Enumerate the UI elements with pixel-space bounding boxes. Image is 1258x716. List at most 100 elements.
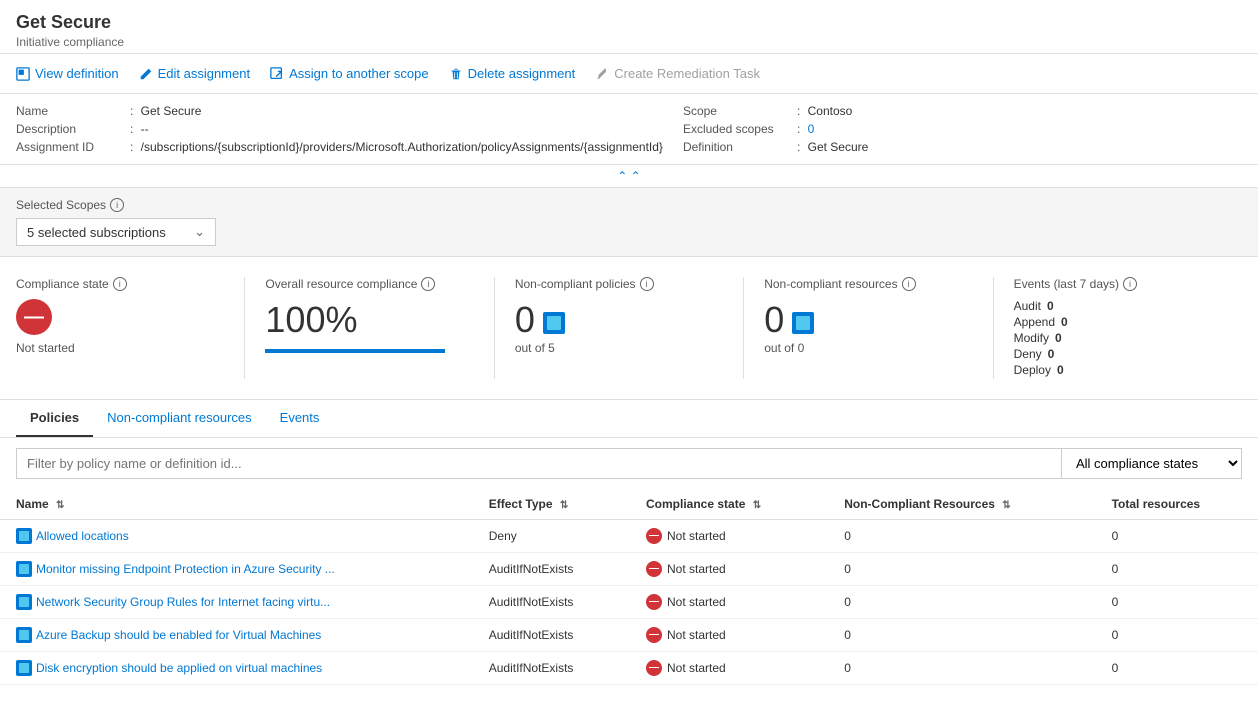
row-compliance-state: Not started [630,652,828,685]
compliance-state-block: Compliance state i Not started [16,277,244,379]
row-name-cell[interactable]: Allowed locations [0,520,473,553]
col-effect-type: Effect Type ⇅ [473,489,630,520]
non-compliant-policies-title: Non-compliant policies i [515,277,723,291]
name-label: Name [16,104,126,118]
scope-dropdown-value: 5 selected subscriptions [27,225,166,240]
table-row: Azure Backup should be enabled for Virtu… [0,619,1258,652]
row-compliance-state: Not started [630,586,828,619]
table-row: Network Security Group Rules for Interne… [0,586,1258,619]
progress-bar-fill [265,349,445,353]
events-modify-row: Modify 0 [1014,331,1222,345]
edit-assignment-button[interactable]: Edit assignment [139,62,251,85]
events-deny-row: Deny 0 [1014,347,1222,361]
scope-section: Selected Scopes i 5 selected subscriptio… [0,188,1258,257]
tab-events[interactable]: Events [266,400,334,437]
scope-label: Scope [683,104,793,118]
policy-filter-input[interactable] [16,448,1062,479]
overall-compliance-info-icon[interactable]: i [421,277,435,291]
row-effect-type: AuditIfNotExists [473,619,630,652]
collapse-button[interactable]: ⌃ ⌃ [617,169,640,183]
compliance-state-icon [16,299,52,335]
row-icon [16,561,32,577]
col-non-compliant-sort-icon[interactable]: ⇅ [1002,500,1010,511]
col-name-sort-icon[interactable]: ⇅ [56,500,64,511]
description-value: -- [141,122,149,136]
collapse-row: ⌃ ⌃ [0,165,1258,188]
scope-info-icon[interactable]: i [110,198,124,212]
non-compliant-resources-block: Non-compliant resources i 0 out of 0 [743,277,992,379]
events-audit-row: Audit 0 [1014,299,1222,313]
row-effect-type: AuditIfNotExists [473,553,630,586]
view-definition-icon [16,67,30,81]
toolbar: View definition Edit assignment Assign t… [0,54,1258,94]
assignment-id-label: Assignment ID [16,140,126,154]
events-info-icon[interactable]: i [1123,277,1137,291]
compliance-state-info-icon[interactable]: i [113,277,127,291]
events-audit-label: Audit [1014,299,1041,313]
not-started-icon [646,660,662,676]
tab-policies[interactable]: Policies [16,400,93,437]
non-compliant-policies-block: Non-compliant policies i 0 out of 5 [494,277,743,379]
events-deploy-row: Deploy 0 [1014,363,1222,377]
table-row: Monitor missing Endpoint Protection in A… [0,553,1258,586]
row-effect-type: AuditIfNotExists [473,586,630,619]
non-compliant-resources-title: Non-compliant resources i [764,277,972,291]
row-icon [16,627,32,643]
events-deny-label: Deny [1014,347,1042,361]
row-icon [16,594,32,610]
remediation-icon [595,67,609,81]
events-deploy-label: Deploy [1014,363,1051,377]
row-non-compliant-resources: 0 [828,652,1095,685]
page-title: Get Secure [16,12,1242,33]
page-subtitle: Initiative compliance [16,35,1242,49]
col-compliance-state: Compliance state ⇅ [630,489,828,520]
delete-icon [449,67,463,81]
non-compliant-policies-info-icon[interactable]: i [640,277,654,291]
non-compliant-resources-info-icon[interactable]: i [902,277,916,291]
create-remediation-button[interactable]: Create Remediation Task [595,62,760,85]
events-deny-value: 0 [1048,347,1055,361]
overall-compliance-block: Overall resource compliance i 100% [244,277,493,379]
events-modify-value: 0 [1055,331,1062,345]
definition-label: Definition [683,140,793,154]
row-total-resources: 0 [1096,619,1258,652]
row-total-resources: 0 [1096,586,1258,619]
row-total-resources: 0 [1096,652,1258,685]
row-non-compliant-resources: 0 [828,619,1095,652]
events-audit-value: 0 [1047,299,1054,313]
name-row: Name : Get Secure [16,104,663,118]
row-icon [16,660,32,676]
events-deploy-value: 0 [1057,363,1064,377]
definition-value: Get Secure [808,140,869,154]
excluded-scopes-value[interactable]: 0 [808,122,815,136]
row-name-cell[interactable]: Disk encryption should be applied on vir… [0,652,473,685]
edit-icon [139,67,153,81]
col-total-resources: Total resources [1096,489,1258,520]
row-name-cell[interactable]: Monitor missing Endpoint Protection in A… [0,553,473,586]
compliance-state-value: Not started [16,341,224,355]
scope-row: Scope : Contoso [683,104,1242,118]
col-compliance-sort-icon[interactable]: ⇅ [753,500,761,511]
page-header: Get Secure Initiative compliance [0,0,1258,54]
tab-non-compliant-resources[interactable]: Non-compliant resources [93,400,266,437]
table-row: Disk encryption should be applied on vir… [0,652,1258,685]
col-effect-sort-icon[interactable]: ⇅ [560,500,568,511]
description-row: Description : -- [16,122,663,136]
delete-assignment-button[interactable]: Delete assignment [449,62,576,85]
assignment-id-row: Assignment ID : /subscriptions/{subscrip… [16,140,663,154]
non-compliant-policies-sub: out of 5 [515,341,723,355]
row-name-cell[interactable]: Network Security Group Rules for Interne… [0,586,473,619]
events-data: Audit 0 Append 0 Modify 0 Deny 0 Deploy … [1014,299,1222,377]
compliance-state-filter[interactable]: All compliance states [1062,448,1242,479]
col-name: Name ⇅ [0,489,473,520]
scope-dropdown[interactable]: 5 selected subscriptions ⌄ [16,218,216,246]
non-compliant-policies-value: 0 [515,299,535,341]
non-compliant-resources-icon [792,312,814,334]
events-append-value: 0 [1061,315,1068,329]
table-header: Name ⇅ Effect Type ⇅ Compliance state ⇅ … [0,489,1258,520]
row-name-cell[interactable]: Azure Backup should be enabled for Virtu… [0,619,473,652]
assign-to-scope-button[interactable]: Assign to another scope [270,62,428,85]
non-compliant-resources-value: 0 [764,299,784,341]
view-definition-button[interactable]: View definition [16,62,119,85]
name-value: Get Secure [141,104,202,118]
